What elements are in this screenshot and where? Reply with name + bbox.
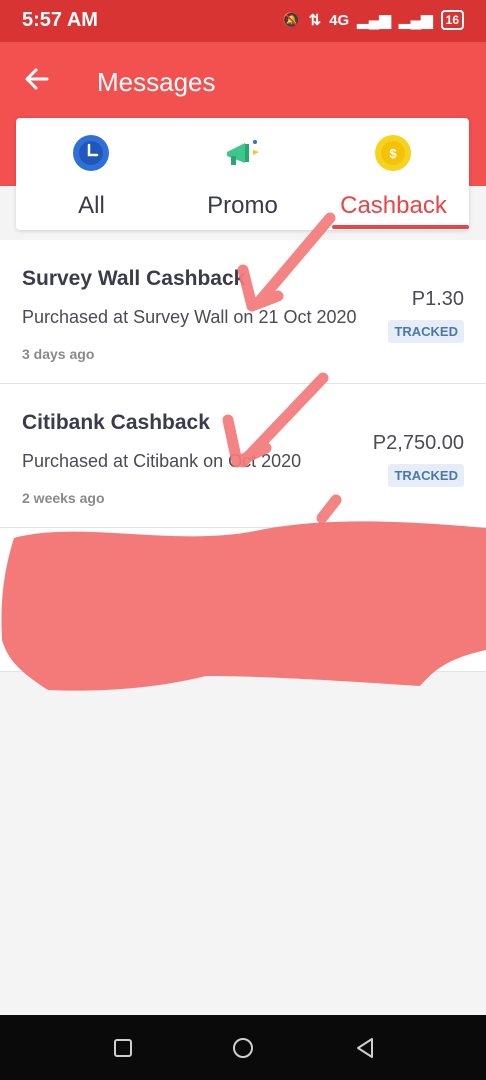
status-badge: TRACKED — [388, 320, 464, 343]
message-description: Purchased at Citibank on Oct 2020 — [22, 451, 302, 471]
list-item-redacted — [0, 528, 486, 672]
tab-promo[interactable]: Promo — [167, 118, 318, 230]
home-icon[interactable] — [230, 1035, 256, 1061]
tab-all-label: All — [78, 192, 105, 219]
status-bar: 5:57 AM 🔕 ⇅ 4G ▂▄▆ ▂▄▆ 16 — [0, 0, 486, 42]
system-nav-bar — [0, 1015, 486, 1080]
network-label: 4G — [329, 11, 350, 29]
signal-icon-2: ▂▄▆ — [398, 12, 433, 29]
tabs-card: All Promo $ Cashback — [16, 118, 469, 230]
message-amount: P1.30 — [411, 288, 464, 310]
clock-icon — [73, 135, 109, 171]
tab-cashback-label: Cashback — [340, 192, 447, 219]
signal-icon: ▂▄▆ — [357, 12, 391, 29]
svg-text:$: $ — [389, 146, 397, 161]
recents-icon[interactable] — [110, 1035, 136, 1061]
message-description: Purchased at Survey Wall on 21 Oct 2020 — [22, 307, 357, 327]
status-time: 5:57 AM — [22, 9, 98, 31]
status-icons: 🔕 ⇅ 4G ▂▄▆ ▂▄▆ 16 — [282, 10, 464, 30]
back-arrow-icon[interactable] — [22, 64, 52, 94]
tab-active-indicator — [332, 225, 469, 229]
tab-all[interactable]: All — [16, 118, 167, 230]
battery-icon: 16 — [440, 10, 464, 30]
megaphone-icon — [227, 140, 259, 165]
message-title: Citibank Cashback — [22, 411, 210, 434]
message-time: 3 days ago — [22, 346, 95, 362]
message-amount: P2,750.00 — [372, 432, 464, 454]
tab-cashback[interactable]: $ Cashback — [318, 118, 469, 230]
back-icon[interactable] — [352, 1035, 378, 1061]
message-title: Survey Wall Cashback — [22, 267, 246, 290]
message-time: 2 weeks ago — [22, 490, 105, 506]
coin-icon: $ — [375, 135, 411, 171]
data-arrows-icon: ⇅ — [308, 12, 322, 29]
list-item[interactable]: Survey Wall Cashback Purchased at Survey… — [0, 240, 486, 384]
mute-icon: 🔕 — [281, 12, 301, 29]
status-badge: TRACKED — [388, 464, 464, 487]
page-title: Messages — [97, 67, 216, 97]
tab-promo-label: Promo — [207, 192, 278, 219]
list-item[interactable]: Citibank Cashback Purchased at Citibank … — [0, 384, 486, 528]
